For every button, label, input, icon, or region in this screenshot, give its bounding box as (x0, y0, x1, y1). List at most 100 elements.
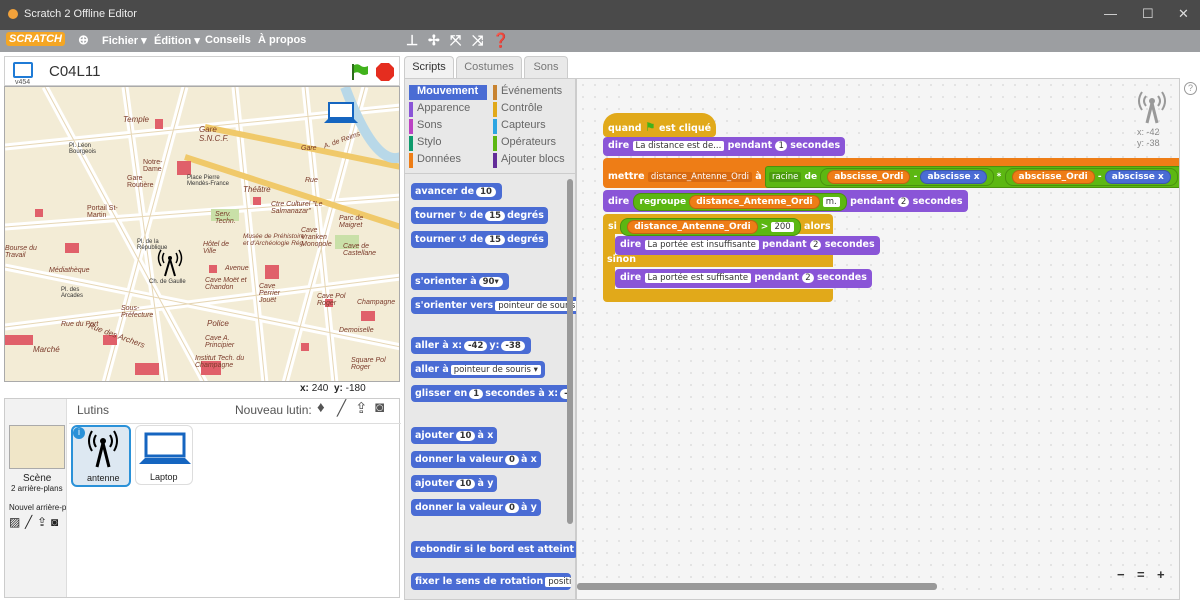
map-label: Parc de Maigret (339, 215, 364, 229)
title-bar: Scratch 2 Offline Editor — ☐ ✕ (0, 0, 1200, 30)
language-globe-icon[interactable]: ⊕ (78, 32, 89, 48)
green-flag-icon[interactable] (349, 62, 369, 82)
tab-costumes[interactable]: Costumes (456, 56, 522, 78)
map-label: Pl. des Arcades (61, 287, 84, 299)
menu-about[interactable]: À propos (258, 34, 306, 46)
antenna-sprite[interactable] (157, 249, 183, 277)
sprite-tile-antenne[interactable]: i antenne (71, 425, 131, 487)
block-move[interactable]: avancer de 10 (411, 183, 502, 200)
block-go-to-xy[interactable]: aller à x: -42 y: -38 (411, 337, 531, 354)
mouse-coordinates: x: 240 y: -180 (300, 383, 366, 394)
antenna-sprite-thumbnail (1138, 91, 1166, 124)
category-pen[interactable]: Stylo (409, 136, 441, 151)
duplicate-stamp-icon[interactable]: ⊥ (406, 32, 418, 49)
antenna-icon (88, 430, 118, 468)
block-point-direction[interactable]: s'orienter à 90▾ (411, 273, 509, 290)
divider (69, 423, 401, 424)
stage-canvas[interactable]: Temple Gare S.N.C.F. Pl. Léon Bourgeois … (4, 86, 400, 382)
category-operators[interactable]: Opérateurs (493, 136, 556, 151)
category-data[interactable]: Données (409, 153, 461, 168)
project-title[interactable]: C04L11 (49, 63, 100, 80)
menu-file[interactable]: Fichier ▾ (102, 34, 147, 47)
block-change-y[interactable]: ajouter 10 à y (411, 475, 498, 492)
category-control[interactable]: Contrôle (493, 102, 543, 117)
if-else-block[interactable]: si distance_Antenne_Ordi > 200 alors sin… (603, 214, 833, 302)
maximize-button[interactable]: ☐ (1142, 6, 1154, 22)
close-button[interactable]: ✕ (1178, 6, 1189, 22)
zoom-in-button[interactable]: + (1157, 567, 1165, 582)
map-label: Avenue (225, 265, 249, 272)
map-label: Square Pol Roger (351, 357, 386, 371)
tab-sounds[interactable]: Sons (524, 56, 568, 78)
backdrop-count: 2 arrière-plans (11, 484, 63, 493)
zoom-out-button[interactable]: − (1117, 567, 1125, 582)
map-label: Ctre Culturel "Le Salmanazar" (271, 201, 323, 215)
map-label: Gare S.N.C.F. (199, 125, 229, 143)
category-looks[interactable]: Apparence (409, 102, 470, 117)
map-label: Gare (301, 145, 317, 152)
backdrop-paint-icon[interactable]: ▨ (9, 515, 20, 529)
x-label: x: (300, 383, 309, 394)
sprite-paint-icon[interactable]: ╱ (337, 399, 346, 417)
block-turn-right[interactable]: tourner ↻ de 15 degrés (411, 207, 548, 224)
delete-scissors-icon[interactable]: ✢ (428, 32, 440, 49)
x-value: 240 (311, 383, 329, 394)
palette-scrollbar[interactable] (567, 179, 573, 524)
y-value: -180 (345, 383, 366, 394)
sprite-library-icon[interactable]: ♦ (317, 399, 325, 416)
fullscreen-icon[interactable] (13, 62, 33, 78)
category-sensing[interactable]: Capteurs (493, 119, 546, 134)
map-label: Hôtel de Ville (203, 241, 230, 255)
menu-tips[interactable]: Conseils (205, 34, 251, 46)
sprite-tile-laptop[interactable]: Laptop (135, 425, 193, 485)
category-events[interactable]: Événements (493, 85, 562, 100)
menu-edit[interactable]: Édition ▾ (154, 34, 200, 47)
block-point-towards[interactable]: s'orienter vers pointeur de souris (411, 297, 583, 314)
backdrop-camera-icon[interactable]: ◙ (51, 515, 58, 529)
block-set-y[interactable]: donner la valeur 0 à y (411, 499, 541, 516)
scripts-horizontal-scrollbar[interactable] (577, 583, 937, 590)
say-sufficient-block[interactable]: dire La portée est suffisante pendant 2 … (615, 269, 872, 288)
grow-icon[interactable]: ⤧ (450, 32, 461, 49)
scene-label: Scène (23, 473, 52, 484)
map-label: Police (207, 319, 229, 328)
block-turn-left[interactable]: tourner ↺ de 15 degrés (411, 231, 548, 248)
help-icon[interactable]: ❓ (492, 32, 509, 49)
tab-scripts[interactable]: Scripts (404, 56, 454, 78)
scripts-area[interactable]: quand ⚑ est cliqué dire La distance est … (576, 78, 1180, 600)
block-bounce[interactable]: rebondir si le bord est atteint (411, 541, 579, 558)
map-label: Ch. de Gaulle (149, 279, 186, 285)
when-flag-clicked-block[interactable]: quand ⚑ est cliqué (603, 113, 717, 137)
sprite-camera-icon[interactable]: ◙ (375, 399, 384, 416)
map-label: Notre-Dame (143, 159, 163, 173)
block-rotation-style[interactable]: fixer le sens de rotationposition (411, 573, 571, 590)
block-set-x[interactable]: donner la valeur 0 à x (411, 451, 541, 468)
set-variable-block[interactable]: mettre distance_Antenne_Ordi à racine de… (603, 158, 1179, 188)
category-motion[interactable]: Mouvement (409, 85, 487, 100)
map-label: Cave Vranken Monopole (301, 227, 332, 248)
block-change-x[interactable]: ajouter 10 à x (411, 427, 498, 444)
map-label: Cave Moët et Chandon (205, 277, 247, 291)
backdrop-upload-icon[interactable]: ⇪ (37, 515, 47, 529)
category-sound[interactable]: Sons (409, 119, 442, 134)
y-label: y: (333, 383, 343, 394)
else-label: sinon (607, 254, 636, 265)
info-icon[interactable]: i (73, 427, 85, 439)
app-icon (8, 9, 18, 19)
block-glide[interactable]: glisser en1secondes à x:-4 (411, 385, 573, 402)
backdrop-brush-icon[interactable]: ╱ (25, 515, 32, 529)
block-go-to[interactable]: aller à pointeur de souris ▾ (411, 361, 545, 378)
minimize-button[interactable]: — (1104, 6, 1117, 21)
sprite-upload-icon[interactable]: ⇪ (355, 399, 368, 417)
new-backdrop-label: Nouvel arrière-p (9, 503, 67, 512)
shrink-icon[interactable]: ⤨ (472, 32, 483, 49)
say-insufficient-block[interactable]: dire La portée est insuffisante pendant … (615, 236, 880, 255)
say-join-block[interactable]: dire regroupe distance_Antenne_Ordi m. p… (603, 190, 968, 212)
help-icon[interactable]: ? (1184, 82, 1197, 95)
category-more-blocks[interactable]: Ajouter blocs (493, 153, 565, 168)
say-for-secs-block[interactable]: dire La distance est de... pendant 1 sec… (603, 137, 846, 156)
laptop-sprite[interactable] (323, 101, 359, 125)
stop-icon[interactable] (375, 62, 395, 82)
zoom-reset-button[interactable]: = (1137, 567, 1145, 582)
scene-thumbnail[interactable] (9, 425, 65, 469)
